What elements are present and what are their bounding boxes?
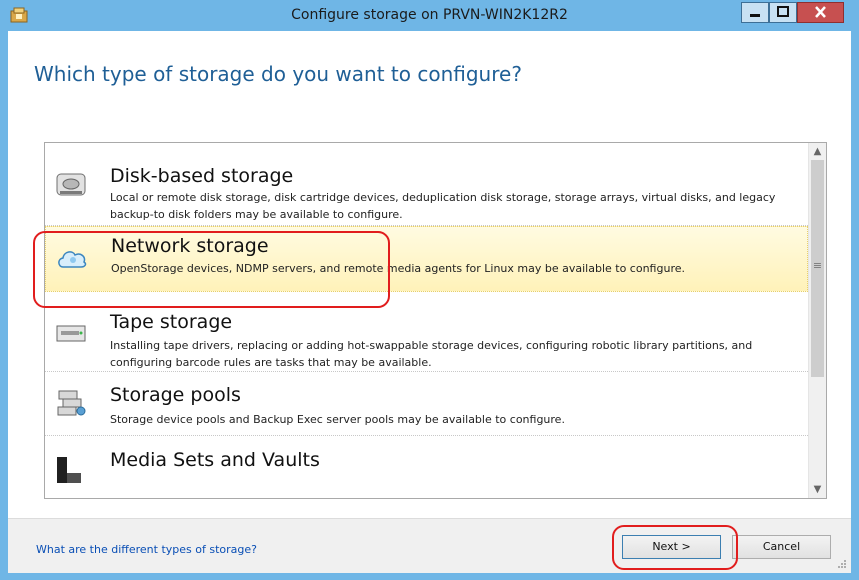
storage-option-title: Tape storage — [110, 311, 233, 333]
storage-option-description: Storage device pools and Backup Exec ser… — [110, 413, 565, 426]
storage-option-title: Network storage — [111, 235, 269, 257]
minimize-icon — [750, 14, 760, 17]
close-button[interactable] — [797, 2, 844, 23]
storage-pool-icon — [57, 390, 86, 416]
dialog-content: Which type of storage do you want to con… — [8, 31, 851, 573]
next-button[interactable]: Next > — [622, 535, 721, 559]
storage-option-description: OpenStorage devices, NDMP servers, and r… — [111, 262, 685, 275]
storage-option-title: Disk-based storage — [110, 165, 294, 187]
maximize-button[interactable] — [769, 2, 797, 23]
storage-option-description: Installing tape drivers, replacing or ad… — [110, 339, 753, 369]
storage-option-title: Media Sets and Vaults — [110, 449, 320, 471]
storage-option-title: Storage pools — [110, 384, 241, 406]
storage-types-help-link[interactable]: What are the different types of storage? — [36, 543, 257, 556]
title-bar[interactable]: Configure storage on PRVN-WIN2K12R2 — [0, 0, 859, 31]
cloud-icon — [58, 251, 87, 268]
window-title: Configure storage on PRVN-WIN2K12R2 — [291, 7, 568, 23]
scroll-up-arrow-icon[interactable]: ▲ — [809, 143, 826, 160]
minimize-button[interactable] — [741, 2, 769, 23]
page-heading: Which type of storage do you want to con… — [34, 62, 522, 86]
media-sets-icon — [57, 457, 81, 483]
maximize-icon — [777, 6, 789, 17]
tape-drive-icon — [56, 325, 86, 342]
disk-drive-icon — [56, 173, 86, 196]
scroll-thumb[interactable]: ≡ — [811, 160, 824, 377]
storage-option-description: Local or remote disk storage, disk cartr… — [110, 191, 776, 221]
resize-grip-icon[interactable] — [836, 558, 848, 570]
storage-option-disk[interactable]: Disk-based storage Local or remote disk … — [45, 143, 808, 226]
storage-option-pools[interactable]: Storage pools Storage device pools and B… — [45, 372, 808, 436]
storage-type-list[interactable]: Disk-based storage Local or remote disk … — [44, 142, 827, 499]
scroll-grip-icon: ≡ — [812, 259, 823, 272]
storage-option-media-sets[interactable]: Media Sets and Vaults — [45, 436, 808, 498]
scroll-down-arrow-icon[interactable]: ▼ — [809, 481, 826, 498]
dialog-window: Configure storage on PRVN-WIN2K12R2 Whic… — [0, 0, 859, 580]
storage-option-network[interactable]: Network storage OpenStorage devices, NDM… — [45, 226, 808, 292]
dialog-footer: What are the different types of storage?… — [8, 518, 851, 573]
storage-option-tape[interactable]: Tape storage Installing tape drivers, re… — [45, 292, 808, 372]
cancel-button[interactable]: Cancel — [732, 535, 831, 559]
close-icon — [815, 6, 826, 18]
list-scrollbar[interactable]: ▲ ≡ ▼ — [808, 143, 826, 498]
